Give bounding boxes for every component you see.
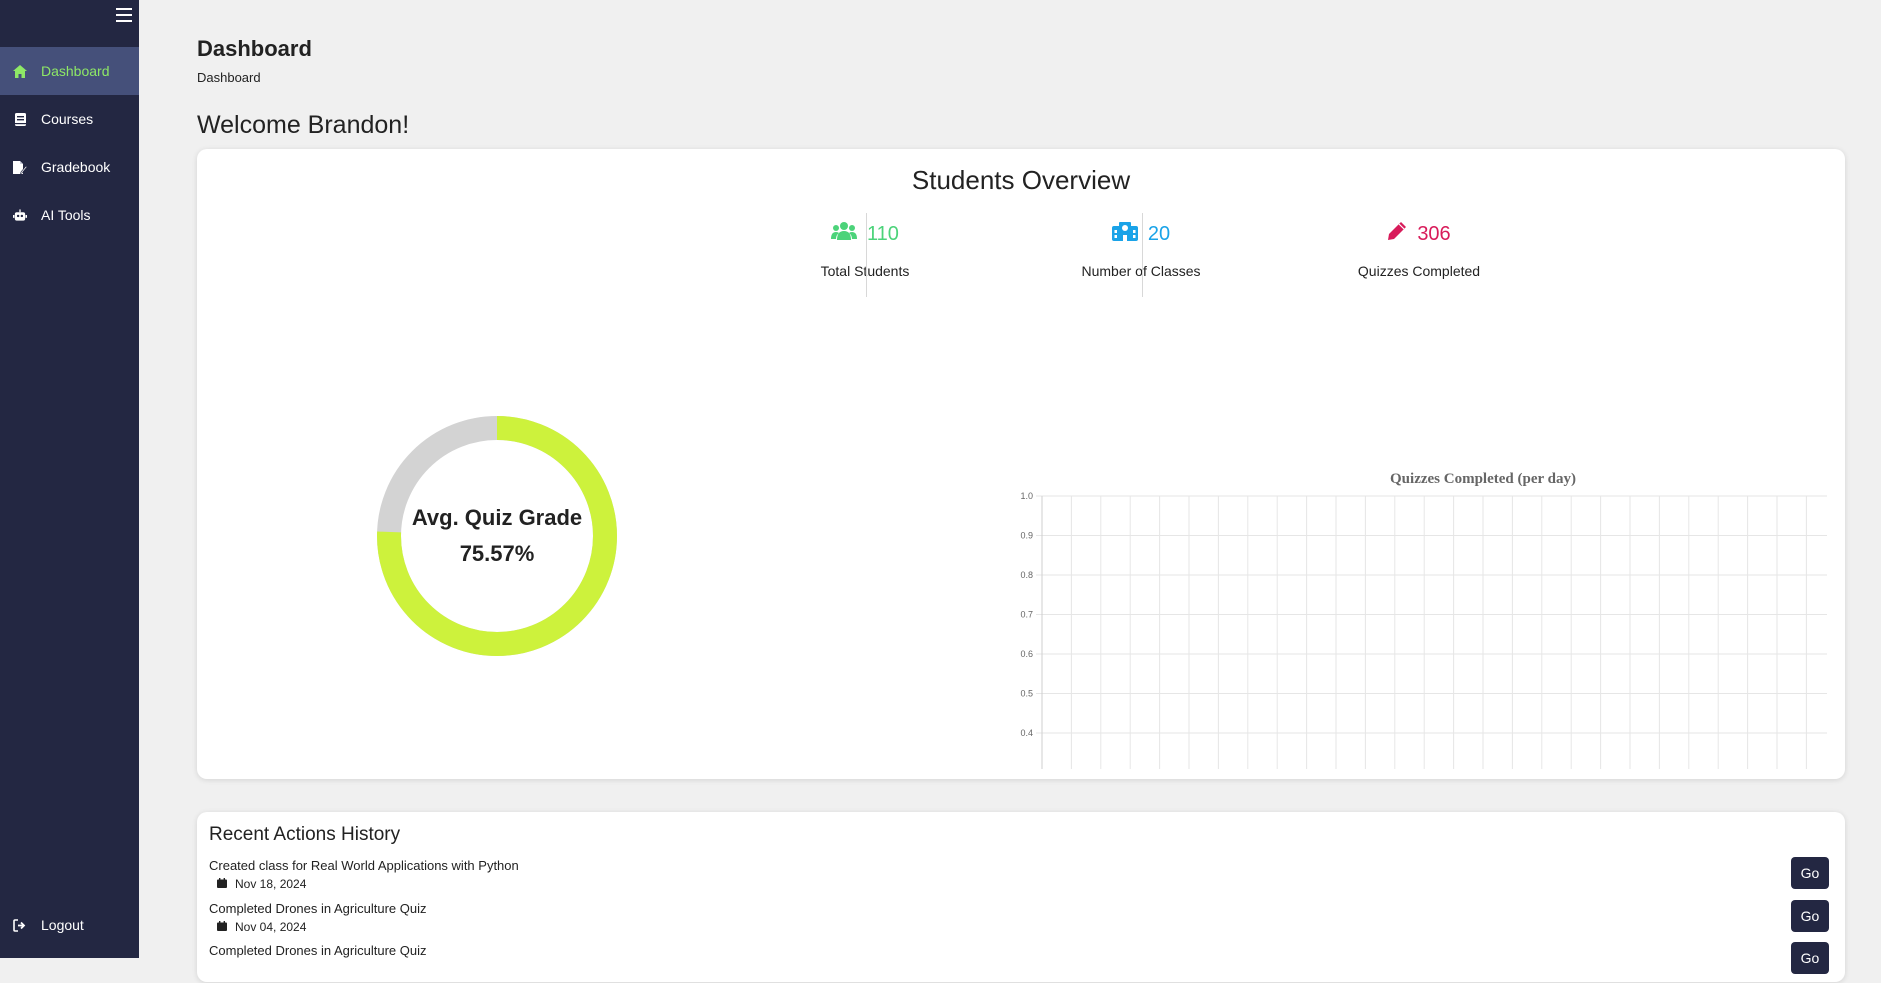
stat-number-of-classes: 20 Number of Classes (1003, 217, 1279, 299)
students-overview-card: Students Overview 110 Total Students 20 … (197, 149, 1845, 779)
book-icon (13, 112, 27, 126)
sidebar-item-label: Courses (41, 111, 94, 127)
recent-actions-card: Recent Actions History Created class for… (197, 812, 1845, 982)
list-item: Completed Drones in Agriculture Quiz Go (209, 942, 1829, 983)
stat-total-students: 110 Total Students (727, 217, 1003, 299)
stat-label: Number of Classes (1081, 263, 1201, 279)
logout-label: Logout (41, 917, 84, 933)
sidebar-item-label: AI Tools (41, 207, 91, 223)
sidebar-item-label: Gradebook (41, 159, 111, 175)
stat-label: Total Students (820, 263, 910, 279)
calendar-icon (217, 877, 227, 891)
sidebar-item-label: Dashboard (41, 63, 110, 79)
y-tick-label: 0.6 (1020, 649, 1033, 659)
school-icon (1111, 221, 1138, 247)
action-text: Created class for Real World Application… (209, 858, 519, 873)
go-button[interactable]: Go (1791, 900, 1829, 932)
y-tick-label: 0.8 (1020, 570, 1033, 580)
donut-value: 75.57% (459, 541, 535, 566)
welcome-message: Welcome Brandon! (197, 111, 410, 139)
y-tick-label: 0.5 (1020, 689, 1033, 699)
users-icon (831, 221, 858, 247)
chart-title: Quizzes Completed (per day) (1390, 471, 1576, 487)
action-date-row: Nov 18, 2024 (209, 877, 1829, 891)
y-tick-label: 0.7 (1020, 610, 1033, 620)
action-date: Nov 18, 2024 (235, 877, 307, 891)
y-tick-label: 0.3 (1020, 768, 1033, 770)
page-title: Dashboard (197, 36, 312, 61)
donut-label: Avg. Quiz Grade 75.57% (375, 414, 619, 658)
go-button[interactable]: Go (1791, 942, 1829, 974)
y-tick-label: 0.9 (1020, 531, 1033, 541)
menu-toggle-icon[interactable] (116, 8, 132, 22)
stat-value: 306 (1417, 222, 1451, 245)
overview-title: Students Overview (911, 165, 1131, 195)
sidebar-item-dashboard[interactable]: Dashboard (0, 47, 139, 95)
logout-icon (13, 918, 27, 932)
stat-divider (1142, 213, 1143, 297)
calendar-icon (217, 920, 227, 934)
breadcrumb[interactable]: Dashboard (197, 70, 261, 85)
list-item: Created class for Real World Application… (209, 857, 1829, 898)
robot-icon (13, 208, 27, 222)
stat-value: 110 (867, 222, 899, 245)
quizzes-per-day-chart: Quizzes Completed (per day)00.10.20.30.4… (1020, 471, 1827, 770)
sidebar-item-courses[interactable]: Courses (0, 95, 139, 143)
pencil-icon (1387, 221, 1407, 247)
action-date: Nov 04, 2024 (235, 920, 307, 934)
go-button[interactable]: Go (1791, 857, 1829, 889)
stat-value-row: 110 (727, 221, 1003, 247)
logout-button[interactable]: Logout (0, 901, 139, 949)
donut-title: Avg. Quiz Grade (411, 505, 583, 530)
list-item: Completed Drones in Agriculture Quiz Nov… (209, 900, 1829, 941)
sidebar: Dashboard Courses Gradebook AI Tools Log… (0, 0, 139, 958)
action-date-row: Nov 04, 2024 (209, 920, 1829, 934)
stat-value-row: 306 (1281, 221, 1557, 247)
action-text: Completed Drones in Agriculture Quiz (209, 943, 427, 958)
avg-quiz-grade-donut: Avg. Quiz Grade 75.57% (375, 414, 619, 658)
recent-actions-title: Recent Actions History (209, 824, 401, 845)
stat-label: Quizzes Completed (1357, 263, 1481, 279)
gradebook-icon (13, 160, 27, 174)
sidebar-item-ai-tools[interactable]: AI Tools (0, 191, 139, 239)
stat-value: 20 (1147, 222, 1171, 245)
action-text: Completed Drones in Agriculture Quiz (209, 901, 427, 916)
y-tick-label: 1.0 (1020, 491, 1033, 501)
sidebar-item-gradebook[interactable]: Gradebook (0, 143, 139, 191)
y-tick-label: 0.4 (1020, 728, 1033, 738)
stat-quizzes-completed: 306 Quizzes Completed (1281, 217, 1557, 299)
home-icon (13, 64, 27, 78)
stat-divider (866, 213, 867, 297)
stat-value-row: 20 (1003, 221, 1279, 247)
